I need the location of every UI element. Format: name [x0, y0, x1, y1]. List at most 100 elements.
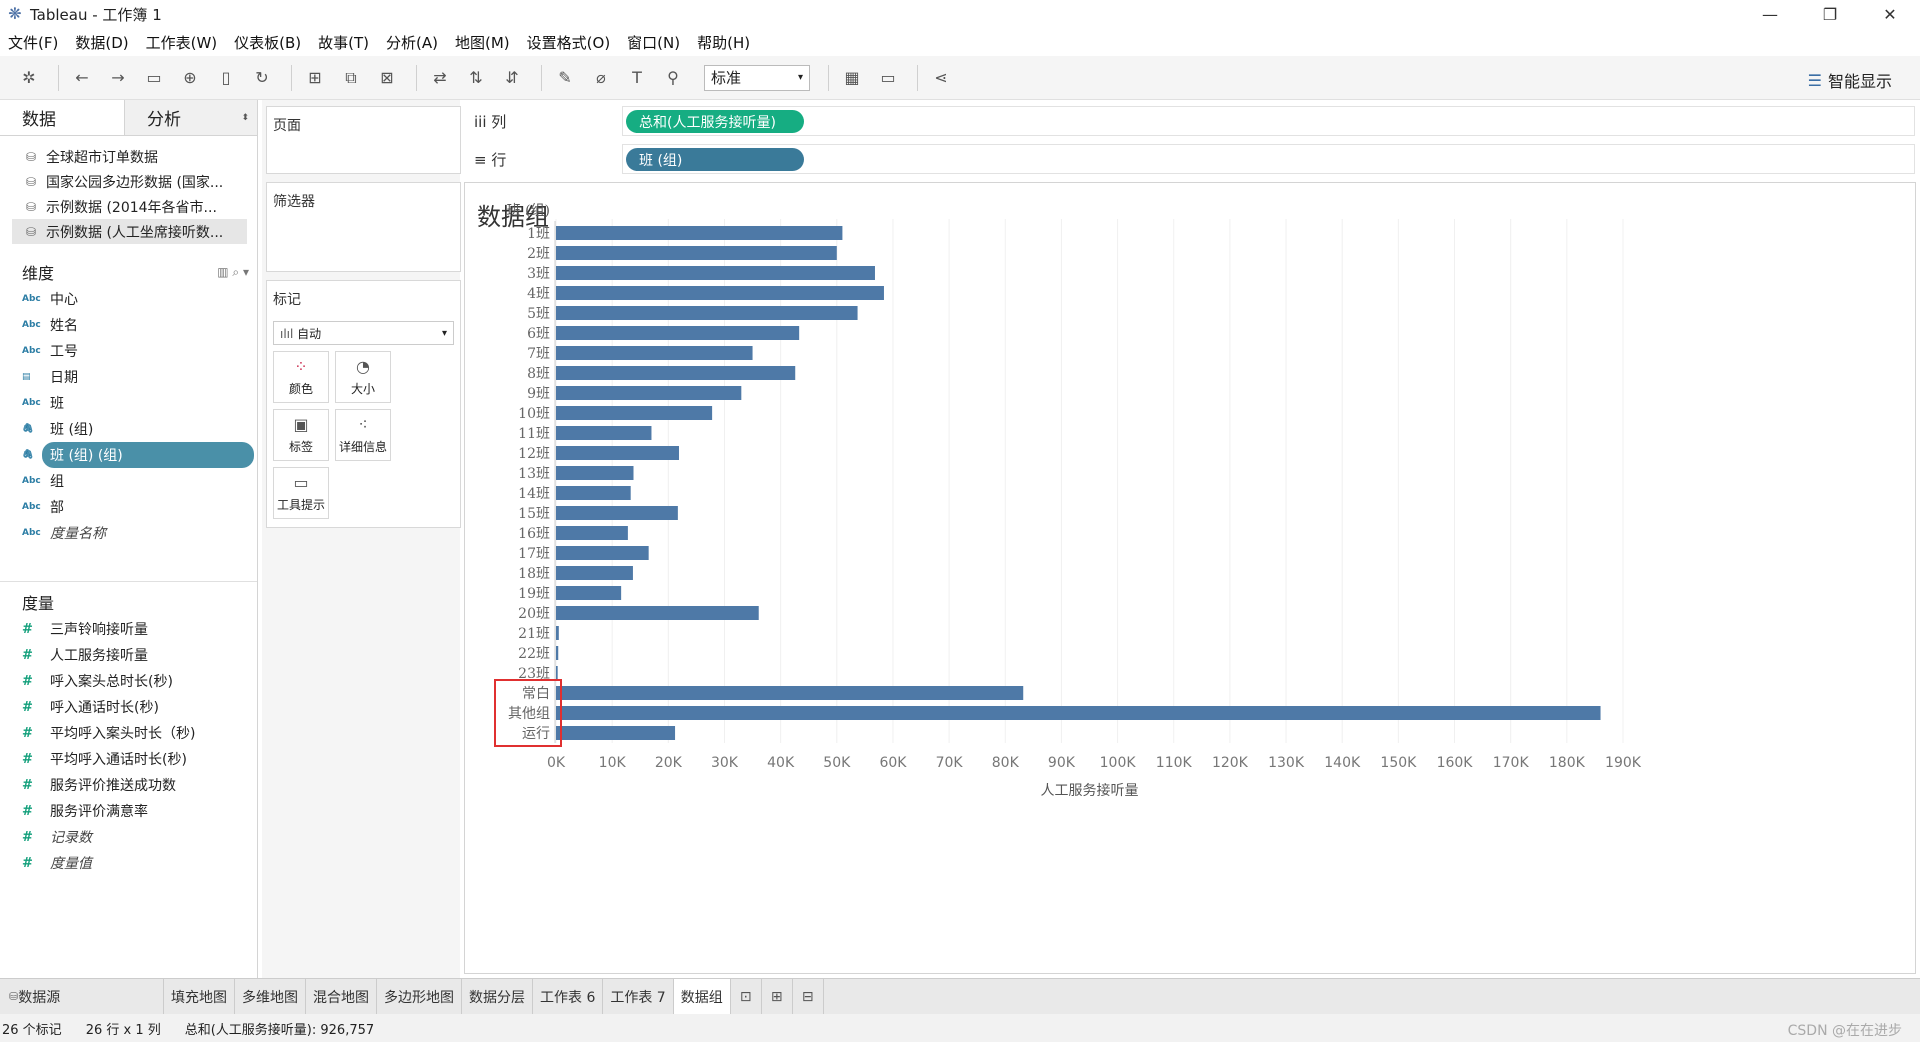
menu-format[interactable]: 设置格式(O) — [527, 32, 611, 53]
menu-dashboard[interactable]: 仪表板(B) — [234, 32, 301, 53]
measure-field[interactable]: # 服务评价推送成功数 — [0, 772, 257, 798]
string-type-icon: Abc — [22, 502, 41, 512]
measure-field[interactable]: # 三声铃响接听量 — [0, 616, 257, 642]
new-worksheet-icon[interactable]: ⊡ — [731, 978, 762, 1015]
dimension-field[interactable]: Abc 部 — [0, 494, 257, 520]
save-icon[interactable]: ▭ — [139, 63, 169, 93]
menu-story[interactable]: 故事(T) — [318, 32, 369, 53]
new-datasource-icon[interactable]: ⊕ — [175, 63, 205, 93]
measure-field[interactable]: # 度量值 — [0, 850, 257, 876]
duplicate-sheet-icon[interactable]: ⧉ — [336, 63, 366, 93]
tableau-home-icon[interactable]: ✲ — [14, 63, 44, 93]
measure-field[interactable]: # 服务评价满意率 — [0, 798, 257, 824]
measure-field[interactable]: # 人工服务接听量 — [0, 642, 257, 668]
group-icon[interactable]: ⌀ — [586, 63, 616, 93]
new-worksheet-icon[interactable]: ⊞ — [300, 63, 330, 93]
columns-pill[interactable]: 总和(人工服务接听量) — [626, 110, 804, 133]
x-tick-label: 140K — [1324, 755, 1361, 771]
pause-updates-icon[interactable]: ▯ — [211, 63, 241, 93]
mark-type-select[interactable]: ılıl 自动 ▾ — [273, 321, 454, 345]
new-story-icon[interactable]: ⊟ — [793, 978, 824, 1015]
dimension-field[interactable]: Abc 姓名 — [0, 312, 257, 338]
menu-file[interactable]: 文件(F) — [8, 32, 58, 53]
share-icon[interactable]: ⋖ — [926, 63, 956, 93]
number-type-icon: # — [22, 803, 33, 819]
rows-pill[interactable]: 班 (组) — [626, 148, 804, 171]
title-bar: ❋ Tableau - 工作簿 1 — ❐ ✕ — [0, 0, 1920, 28]
minimize-button[interactable]: — — [1740, 0, 1800, 28]
swap-axes-icon[interactable]: ⇄ — [425, 63, 455, 93]
dimension-field[interactable]: Abc 度量名称 — [0, 520, 257, 546]
filters-card[interactable]: 筛选器 — [266, 182, 461, 272]
datasource-item-selected[interactable]: ⛁ 示例数据 (人工坐席接听数... — [12, 219, 247, 244]
size-button[interactable]: ◔ 大小 — [335, 351, 391, 403]
sort-descending-icon[interactable]: ⇵ — [497, 63, 527, 93]
pages-card[interactable]: 页面 — [266, 106, 461, 174]
fit-select[interactable]: 标准 ▾ — [704, 64, 810, 91]
dimension-field[interactable]: 🖇 班 (组) — [0, 416, 257, 442]
menu-window[interactable]: 窗口(N) — [627, 32, 680, 53]
sheet-tab[interactable]: 数据组 — [673, 978, 731, 1015]
rows-shelf[interactable]: ≡ 行 班 (组) — [466, 144, 1915, 174]
bar — [556, 706, 1601, 720]
x-tick-label: 180K — [1549, 755, 1586, 771]
measure-field[interactable]: # 平均呼入案头时长（秒) — [0, 720, 257, 746]
tab-datasource[interactable]: ⛁ 数据源 — [0, 978, 164, 1015]
dimension-field[interactable]: Abc 中心 — [0, 286, 257, 312]
menu-map[interactable]: 地图(M) — [455, 32, 510, 53]
pin-icon[interactable]: ⚲ — [658, 63, 688, 93]
clear-sheet-icon[interactable]: ⊠ — [372, 63, 402, 93]
tab-analysis[interactable]: 分析 ⬍ — [124, 100, 257, 135]
dimension-field[interactable]: Abc 班 — [0, 390, 257, 416]
bar — [556, 606, 759, 620]
x-tick-label: 120K — [1212, 755, 1249, 771]
measure-field[interactable]: # 呼入案头总时长(秒) — [0, 668, 257, 694]
show-cards-icon[interactable]: ▦ — [837, 63, 867, 93]
string-type-icon: Abc — [22, 346, 41, 356]
columns-shelf[interactable]: iii 列 总和(人工服务接听量) — [466, 106, 1915, 136]
new-dashboard-icon[interactable]: ⊞ — [762, 978, 793, 1015]
color-button[interactable]: ⁘ 颜色 — [273, 351, 329, 403]
datasource-item[interactable]: ⛁ 全球超市订单数据 — [0, 144, 257, 169]
show-labels-icon[interactable]: T — [622, 63, 652, 93]
sheet-tab[interactable]: 工作表 6 — [533, 978, 604, 1015]
highlight-icon[interactable]: ✎ — [550, 63, 580, 93]
calendar-icon: ▤ — [22, 372, 31, 382]
menu-help[interactable]: 帮助(H) — [697, 32, 750, 53]
label-button[interactable]: ▣ 标签 — [273, 409, 329, 461]
sheet-tab[interactable]: 数据分层 — [462, 978, 533, 1015]
marks-label: 标记 — [273, 292, 301, 308]
menu-analysis[interactable]: 分析(A) — [386, 32, 438, 53]
undo-icon[interactable]: ← — [67, 63, 97, 93]
category-label: 5班 — [527, 306, 550, 322]
sheet-tab[interactable]: 填充地图 — [164, 978, 235, 1015]
detail-button[interactable]: ⁖ 详细信息 — [335, 409, 391, 461]
smart-show-button[interactable]: ☰ 智能显示 — [1808, 68, 1892, 92]
menu-worksheet[interactable]: 工作表(W) — [146, 32, 218, 53]
tab-data[interactable]: 数据 — [0, 100, 124, 135]
dimension-field[interactable]: Abc 工号 — [0, 338, 257, 364]
measure-field[interactable]: # 记录数 — [0, 824, 257, 850]
measure-field[interactable]: # 平均呼入通话时长(秒) — [0, 746, 257, 772]
dimension-field[interactable]: 🖇 班 (组) (组) — [22, 442, 254, 468]
sheet-tab[interactable]: 多维地图 — [235, 978, 306, 1015]
presentation-icon[interactable]: ▭ — [873, 63, 903, 93]
dimension-field[interactable]: ▤ 日期 — [0, 364, 257, 390]
refresh-icon[interactable]: ↻ — [247, 63, 277, 93]
sheet-tab[interactable]: 多边形地图 — [377, 978, 462, 1015]
bar — [556, 686, 1024, 700]
sheet-tab[interactable]: 混合地图 — [306, 978, 377, 1015]
sort-ascending-icon[interactable]: ⇅ — [461, 63, 491, 93]
redo-icon[interactable]: → — [103, 63, 133, 93]
restore-button[interactable]: ❐ — [1800, 0, 1860, 28]
sheet-tab[interactable]: 工作表 7 — [603, 978, 674, 1015]
menu-data[interactable]: 数据(D) — [75, 32, 128, 53]
search-icon[interactable]: ▥ ⌕ ▾ — [217, 265, 249, 280]
size-icon: ◔ — [356, 357, 370, 376]
tooltip-button[interactable]: ▭ 工具提示 — [273, 467, 329, 519]
measure-field[interactable]: # 呼入通话时长(秒) — [0, 694, 257, 720]
datasource-item[interactable]: ⛁ 国家公园多边形数据 (国家... — [0, 169, 257, 194]
dimension-field[interactable]: Abc 组 — [0, 468, 257, 494]
datasource-item[interactable]: ⛁ 示例数据 (2014年各省市... — [0, 194, 257, 219]
close-button[interactable]: ✕ — [1860, 0, 1920, 28]
